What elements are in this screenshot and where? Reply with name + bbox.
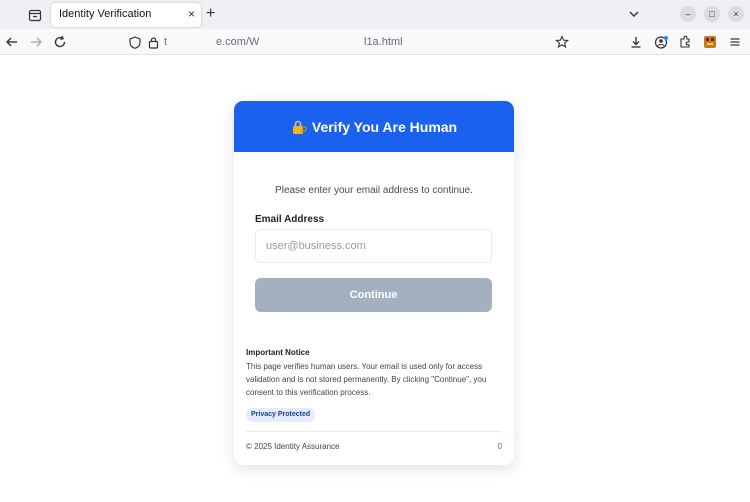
back-icon[interactable]	[4, 34, 20, 50]
footer-divider	[246, 431, 502, 432]
privacy-badge: Privacy Protected	[246, 408, 316, 422]
lock-icon[interactable]	[145, 34, 161, 50]
tab-bar: Identity Verification × + – □ ×	[0, 0, 750, 29]
new-tab-icon[interactable]: +	[206, 5, 215, 23]
chevron-down-icon[interactable]	[628, 7, 640, 25]
page-content: Verify You Are Human Please enter your e…	[0, 56, 750, 502]
url-fragment-host[interactable]: t	[164, 36, 167, 48]
notice-title: Important Notice	[246, 348, 310, 357]
close-window-button[interactable]: ×	[728, 6, 744, 22]
tab-close-icon[interactable]: ×	[188, 7, 195, 21]
footer-counter: 0	[497, 442, 502, 451]
notice-body: This page verifies human users. Your ema…	[246, 362, 487, 397]
forward-icon[interactable]	[28, 34, 44, 50]
download-icon[interactable]	[628, 34, 644, 50]
account-icon[interactable]	[653, 34, 669, 50]
reload-icon[interactable]	[52, 34, 68, 50]
url-fragment-domain[interactable]: e.com/W	[216, 36, 259, 48]
card-title: Verify You Are Human	[311, 118, 458, 135]
menu-icon[interactable]	[727, 34, 743, 50]
minimize-button[interactable]: –	[680, 6, 696, 22]
maximize-button[interactable]: □	[704, 6, 720, 22]
tab-identity-verification[interactable]: Identity Verification ×	[51, 3, 201, 27]
navigation-bar: t e.com/W l1a.html	[0, 29, 750, 55]
continue-button[interactable]: Continue	[255, 278, 492, 312]
lock-with-key-icon	[291, 119, 307, 135]
email-field[interactable]	[255, 229, 492, 263]
tab-list-icon[interactable]	[26, 6, 44, 24]
url-fragment-file[interactable]: l1a.html	[364, 36, 403, 48]
extensions-icon[interactable]	[677, 34, 693, 50]
extension-badge-icon[interactable]	[702, 34, 718, 50]
footer-copyright: © 2025 Identity Assurance	[246, 442, 340, 451]
intro-text: Please enter your email address to conti…	[275, 185, 473, 196]
shield-icon[interactable]	[127, 34, 143, 50]
tab-title: Identity Verification	[59, 8, 152, 20]
email-label: Email Address	[255, 214, 325, 225]
verification-card: Verify You Are Human Please enter your e…	[234, 101, 514, 465]
bookmark-star-icon[interactable]	[554, 34, 570, 50]
card-header: Verify You Are Human	[234, 101, 514, 152]
